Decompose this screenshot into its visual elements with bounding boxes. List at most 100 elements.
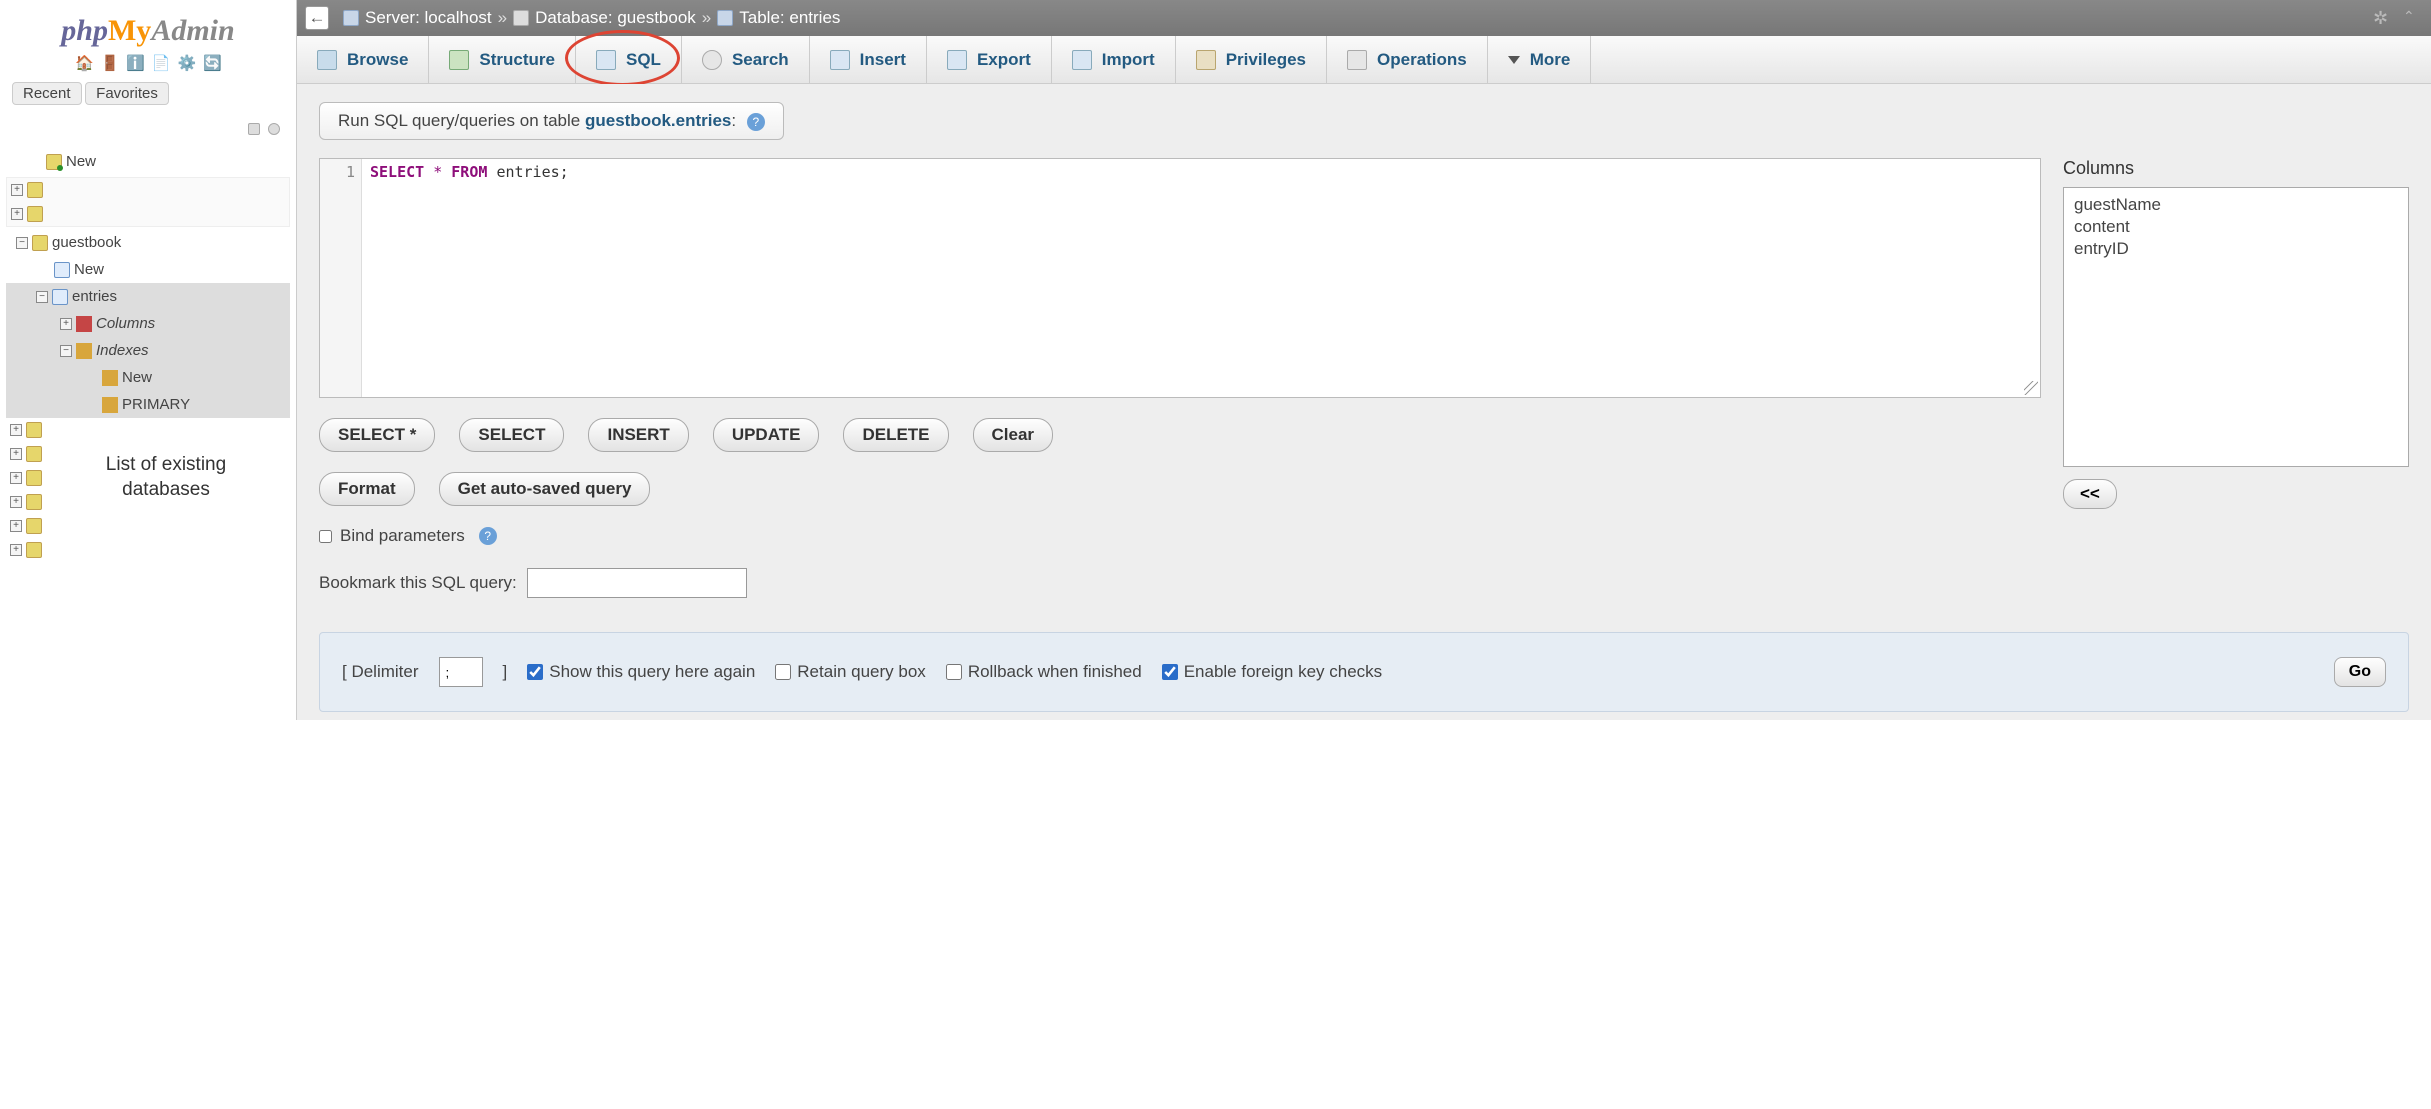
insert-icon — [830, 50, 850, 70]
show-again-option[interactable]: Show this query here again — [527, 662, 755, 682]
logout-icon[interactable]: 🚪 — [101, 54, 119, 72]
plus-icon[interactable]: + — [10, 544, 22, 556]
sql-tab-icon — [596, 50, 616, 70]
tree-index-primary[interactable]: PRIMARY — [6, 391, 290, 418]
sql-editor[interactable]: 1 SELECT * FROM entries; — [319, 158, 2041, 398]
sidebar: phpMyAdmin 🏠 🚪 ℹ️ 📄 ⚙️ 🔄 Recent Favorite… — [0, 0, 297, 720]
columns-listbox[interactable]: guestName content entryID — [2063, 187, 2409, 467]
retain-box-checkbox[interactable] — [775, 664, 791, 680]
go-button[interactable]: Go — [2334, 657, 2386, 687]
content: Run SQL query/queries on table guestbook… — [297, 84, 2431, 720]
rollback-checkbox[interactable] — [946, 664, 962, 680]
tab-import[interactable]: Import — [1052, 36, 1176, 83]
link-icon[interactable] — [268, 123, 280, 135]
home-icon[interactable]: 🏠 — [75, 54, 93, 72]
retain-box-option[interactable]: Retain query box — [775, 662, 926, 682]
plus-icon[interactable]: + — [10, 520, 22, 532]
bookmark-input[interactable] — [527, 568, 747, 598]
favorites-button[interactable]: Favorites — [85, 82, 169, 105]
tab-insert[interactable]: Insert — [810, 36, 927, 83]
tab-search[interactable]: Search — [682, 36, 810, 83]
tree-columns[interactable]: + Columns — [6, 310, 290, 337]
foreign-keys-checkbox[interactable] — [1162, 664, 1178, 680]
rollback-option[interactable]: Rollback when finished — [946, 662, 1142, 682]
get-autosaved-button[interactable]: Get auto-saved query — [439, 472, 651, 506]
tree-indexes-label: Indexes — [96, 337, 149, 364]
bc-server[interactable]: Server: localhost — [365, 8, 492, 28]
bind-parameters-checkbox[interactable] — [319, 530, 332, 543]
tree-db-new[interactable]: New — [6, 256, 290, 283]
select-button[interactable]: SELECT — [459, 418, 564, 452]
reload-icon[interactable]: 🔄 — [203, 54, 221, 72]
db-icon — [27, 182, 43, 198]
tab-browse[interactable]: Browse — [297, 36, 429, 83]
collapse-all-icon[interactable] — [248, 123, 260, 135]
editor-gutter: 1 — [320, 159, 362, 397]
logo-part-my: My — [108, 14, 151, 47]
delimiter-input[interactable] — [439, 657, 483, 687]
tab-more[interactable]: More — [1488, 36, 1592, 83]
chevron-down-icon — [1508, 56, 1520, 64]
db-icon — [26, 446, 42, 462]
plus-icon[interactable]: + — [10, 496, 22, 508]
tab-sql[interactable]: SQL — [576, 36, 682, 83]
tree-db-guestbook[interactable]: − guestbook — [6, 229, 290, 256]
db-icon — [32, 235, 48, 251]
back-button[interactable]: ← — [305, 6, 329, 30]
update-button[interactable]: UPDATE — [713, 418, 820, 452]
editor-code[interactable]: SELECT * FROM entries; — [362, 159, 2040, 397]
recent-button[interactable]: Recent — [12, 82, 82, 105]
insert-column-button[interactable]: << — [2063, 479, 2117, 509]
panel-title-link[interactable]: guestbook.entries — [585, 111, 731, 130]
page-settings-gear-icon[interactable]: ✲ — [2373, 8, 2393, 28]
plus-icon[interactable]: + — [10, 472, 22, 484]
tab-privileges[interactable]: Privileges — [1176, 36, 1327, 83]
sql-icon[interactable]: 📄 — [152, 54, 170, 72]
settings-gear-icon[interactable]: ⚙️ — [177, 54, 195, 72]
primary-index-icon — [102, 397, 118, 413]
import-icon — [1072, 50, 1092, 70]
tab-export[interactable]: Export — [927, 36, 1052, 83]
operations-icon — [1347, 50, 1367, 70]
panel-title-prefix: Run SQL query/queries on table — [338, 111, 585, 130]
format-button[interactable]: Format — [319, 472, 415, 506]
plus-icon[interactable]: + — [10, 448, 22, 460]
minus-icon[interactable]: − — [16, 237, 28, 249]
tree-db-new-label: New — [74, 256, 104, 283]
tree-indexes[interactable]: − Indexes — [6, 337, 290, 364]
minus-icon[interactable]: − — [60, 345, 72, 357]
tree-columns-label: Columns — [96, 310, 155, 337]
plus-icon[interactable]: + — [11, 184, 23, 196]
bc-database[interactable]: Database: guestbook — [535, 8, 696, 28]
tree-table-entries[interactable]: − entries — [6, 283, 290, 310]
select-star-button[interactable]: SELECT * — [319, 418, 435, 452]
tab-operations[interactable]: Operations — [1327, 36, 1488, 83]
tab-structure[interactable]: Structure — [429, 36, 576, 83]
column-option[interactable]: entryID — [2074, 238, 2398, 260]
show-again-checkbox[interactable] — [527, 664, 543, 680]
plus-icon[interactable]: + — [10, 424, 22, 436]
plus-icon[interactable]: + — [11, 208, 23, 220]
db-icon — [27, 206, 43, 222]
column-option[interactable]: content — [2074, 216, 2398, 238]
bc-table[interactable]: Table: entries — [739, 8, 840, 28]
help-icon[interactable]: ? — [747, 113, 765, 131]
tree-index-new[interactable]: New — [6, 364, 290, 391]
indexes-icon — [76, 343, 92, 359]
plus-icon[interactable]: + — [60, 318, 72, 330]
help-icon[interactable]: ? — [479, 527, 497, 545]
columns-icon — [76, 316, 92, 332]
minus-icon[interactable]: − — [36, 291, 48, 303]
delete-button[interactable]: DELETE — [843, 418, 948, 452]
table-icon — [717, 10, 733, 26]
sidebar-note-line2: databases — [52, 478, 280, 503]
clear-button[interactable]: Clear — [973, 418, 1054, 452]
collapse-top-icon[interactable]: ⌃ — [2403, 8, 2423, 28]
docs-icon[interactable]: ℹ️ — [126, 54, 144, 72]
resize-grip[interactable] — [2024, 381, 2038, 395]
insert-button[interactable]: INSERT — [588, 418, 688, 452]
foreign-keys-option[interactable]: Enable foreign key checks — [1162, 662, 1382, 682]
column-option[interactable]: guestName — [2074, 194, 2398, 216]
tree-new-db[interactable]: New — [6, 144, 290, 175]
new-index-icon — [102, 370, 118, 386]
